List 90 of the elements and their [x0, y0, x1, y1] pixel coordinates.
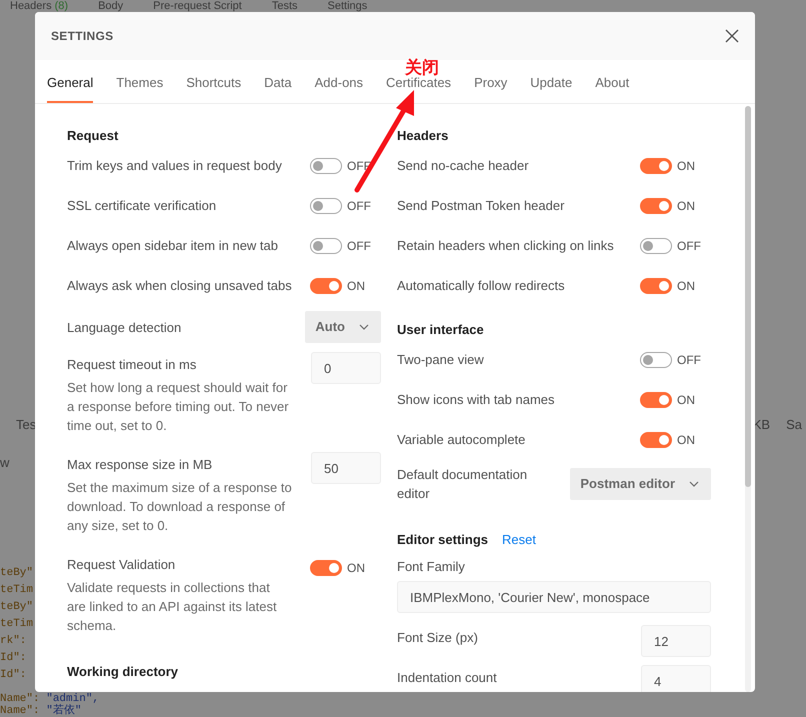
toggle-state-label: OFF [677, 352, 701, 369]
section-heading: User interface [397, 321, 485, 339]
toggle-state-label: OFF [347, 238, 371, 255]
background-text: w [0, 454, 10, 472]
setting-description: Set the maximum size of a response to download. To download a response of any size, set to 0. [67, 479, 292, 535]
toggle-switch[interactable] [640, 352, 672, 368]
toggle-switch[interactable] [640, 432, 672, 448]
background-text: Tes [16, 417, 36, 432]
toggle-switch[interactable] [310, 158, 342, 174]
setting-label: Always open sidebar item in new tab [67, 237, 280, 255]
close-button[interactable] [725, 29, 739, 43]
tab[interactable]: Themes [116, 60, 164, 103]
setting-label: Max response size in MB [67, 456, 214, 474]
setting-label: SSL certificate verification [67, 197, 218, 215]
code-line: Id": [0, 651, 26, 666]
tab[interactable]: General [47, 60, 94, 103]
section-heading: Editor settings [397, 531, 488, 549]
code-line: Name": "若依" [0, 705, 82, 717]
toggle-state-label: ON [677, 158, 695, 175]
setting-label: Request Validation [67, 556, 176, 574]
close-icon [725, 29, 739, 43]
toggle-state-label: ON [677, 392, 695, 409]
setting-label: Indentation count [397, 669, 498, 687]
setting-label: Automatically follow redirects [397, 277, 566, 295]
setting-label: Request timeout in ms [67, 356, 198, 374]
background-text: Sa [786, 416, 802, 434]
setting-label: Retain headers when clicking on links [397, 237, 615, 255]
setting-description: Set how long a request should wait for a response before timing out. To never time out, set to 0. [67, 379, 290, 435]
code-line: Name": "admin", [0, 693, 100, 705]
section-heading: Request [67, 127, 120, 145]
setting-label: Font Family [397, 558, 466, 576]
number-field[interactable]: 0 [311, 352, 381, 384]
annotation-text: 关闭 [405, 57, 439, 78]
toggle-state-label: OFF [677, 238, 701, 255]
toggle-switch[interactable] [640, 158, 672, 174]
tab[interactable]: Add-ons [314, 60, 364, 103]
number-field[interactable]: 12 [641, 625, 711, 657]
code-line: teTim [0, 583, 34, 598]
section-heading: Working directory [67, 663, 180, 681]
setting-label: Trim keys and values in request body [67, 157, 283, 175]
tab[interactable]: Update [530, 60, 572, 103]
reset-link[interactable]: Reset [502, 530, 536, 550]
toggle-switch[interactable] [310, 560, 342, 576]
toggle-state-label: ON [677, 278, 695, 295]
tab[interactable]: About [595, 60, 630, 103]
code-line: teBy" [0, 566, 34, 581]
toggle-switch[interactable] [310, 198, 342, 214]
chevron-down-icon [689, 481, 699, 487]
background-tab[interactable]: Settings [328, 0, 368, 12]
toggle-state-label: ON [677, 198, 695, 215]
tab[interactable]: Proxy [474, 60, 508, 103]
setting-label: Language detection [67, 318, 182, 336]
dropdown[interactable]: Postman editor [570, 468, 711, 500]
code-line: teTim [0, 617, 34, 632]
toggle-switch[interactable] [640, 198, 672, 214]
background-tab[interactable]: Headers (8) [10, 0, 68, 12]
toggle-state-label: ON [347, 560, 365, 577]
section-heading: Headers [397, 127, 450, 145]
text-field[interactable]: IBMPlexMono, 'Courier New', monospace [397, 581, 711, 613]
toggle-switch[interactable] [310, 238, 342, 254]
toggle-state-label: ON [677, 432, 695, 449]
dropdown[interactable]: Auto [305, 311, 381, 343]
setting-label: Always ask when closing unsaved tabs [67, 277, 293, 295]
code-line: rk": [0, 634, 26, 649]
setting-label: Send Postman Token header [397, 197, 566, 215]
number-field[interactable]: 4 [641, 665, 711, 692]
background-tab[interactable]: Tests [272, 0, 298, 12]
setting-label: Show icons with tab names [397, 391, 556, 409]
setting-label: Send no-cache header [397, 157, 530, 175]
chevron-down-icon [359, 324, 369, 330]
code-line: Id": [0, 668, 26, 683]
toggle-state-label: OFF [347, 198, 371, 215]
setting-label: Two-pane view [397, 351, 485, 369]
setting-label: Variable autocomplete [397, 431, 526, 449]
setting-label: Font Size (px) [397, 629, 479, 647]
dialog-title: SETTINGS [51, 28, 114, 45]
tab[interactable]: Data [264, 60, 292, 103]
setting-label: Default documentation editor [397, 466, 528, 503]
toggle-switch[interactable] [640, 278, 672, 294]
toggle-switch[interactable] [640, 238, 672, 254]
setting-description: Validate requests in collections that are linked to an API against its latest schema. [67, 579, 278, 635]
toggle-switch[interactable] [640, 392, 672, 408]
toggle-switch[interactable] [310, 278, 342, 294]
toggle-state-label: ON [347, 278, 365, 295]
number-field[interactable]: 50 [311, 452, 381, 484]
code-line: teBy" [0, 600, 34, 615]
background-tab[interactable]: Pre-request Script [153, 0, 242, 12]
scrollbar-thumb[interactable] [745, 106, 751, 487]
background-tab[interactable]: Body [98, 0, 124, 12]
tab[interactable]: Shortcuts [186, 60, 242, 103]
